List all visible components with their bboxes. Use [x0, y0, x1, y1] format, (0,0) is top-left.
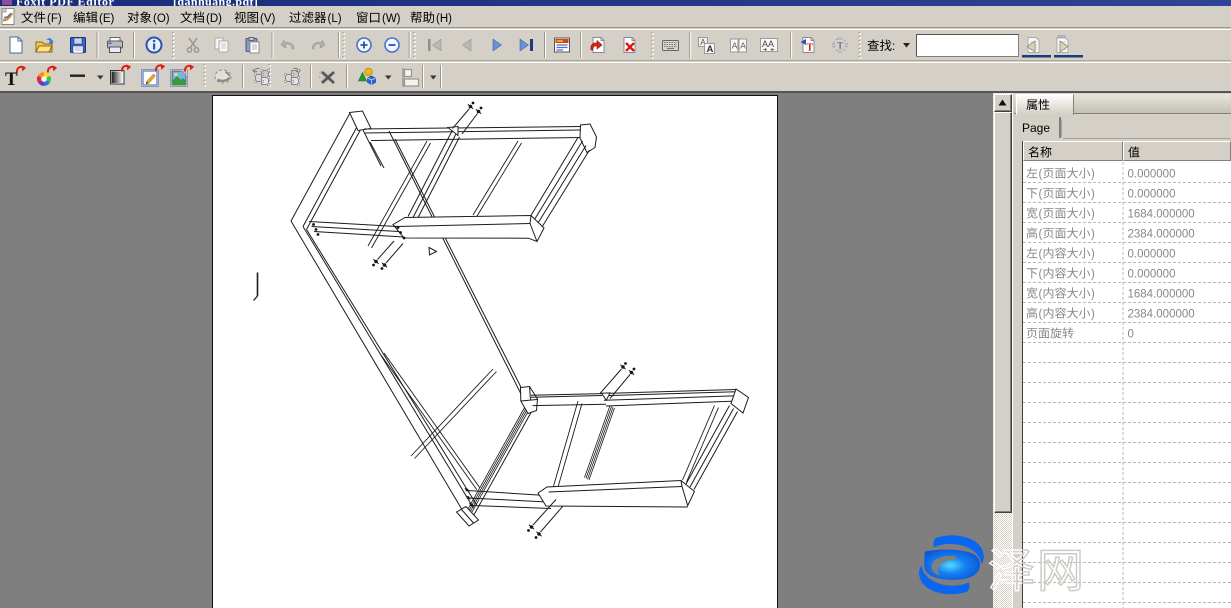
svg-text:(: (: [1039, 189, 1043, 201]
svg-text:(: (: [1039, 209, 1043, 221]
svg-text:(: (: [1039, 169, 1043, 181]
svg-text:2384.000000: 2384.000000: [1128, 309, 1195, 321]
svg-text:): ): [1091, 249, 1095, 261]
svg-text:1684.000000: 1684.000000: [1128, 209, 1195, 221]
svg-text:0.000000: 0.000000: [1128, 269, 1176, 281]
svg-text:A: A: [707, 44, 714, 55]
svg-text:(L): (L): [328, 13, 342, 25]
svg-text:(H): (H): [436, 13, 452, 25]
svg-text:): ): [1091, 209, 1095, 221]
svg-text:(W): (W): [382, 13, 401, 25]
svg-text:AA: AA: [762, 39, 774, 49]
svg-text:Foxit PDF Editor: Foxit PDF Editor: [16, 0, 115, 9]
svg-text:): ): [1091, 309, 1095, 321]
svg-text:(: (: [1039, 289, 1043, 301]
svg-text:): ): [1091, 289, 1095, 301]
svg-text:1684.000000: 1684.000000: [1128, 289, 1195, 301]
svg-text:A: A: [732, 41, 738, 51]
svg-text:0.000000: 0.000000: [1128, 249, 1176, 261]
svg-text:(O): (O): [153, 13, 170, 25]
svg-text:): ): [1091, 169, 1095, 181]
svg-text:T: T: [837, 42, 844, 52]
svg-text:(: (: [1039, 309, 1043, 321]
svg-text:): ): [1091, 229, 1095, 241]
svg-text:(E): (E): [99, 13, 115, 25]
svg-text:2384.000000: 2384.000000: [1128, 229, 1195, 241]
svg-text:(D): (D): [206, 13, 222, 25]
svg-text:A: A: [740, 41, 746, 51]
svg-text:Page: Page: [1022, 121, 1050, 135]
svg-text:0: 0: [1128, 329, 1134, 341]
svg-text:(: (: [1039, 249, 1043, 261]
svg-text:(: (: [1039, 229, 1043, 241]
svg-text:0.000000: 0.000000: [1128, 169, 1176, 181]
svg-text:): ): [1091, 189, 1095, 201]
svg-text:0.000000: 0.000000: [1128, 189, 1176, 201]
svg-text:): ): [1091, 269, 1095, 281]
svg-text:[danhuang.pdf]: [danhuang.pdf]: [173, 0, 258, 9]
svg-text:(V): (V): [260, 13, 276, 25]
svg-text:T: T: [807, 43, 814, 54]
svg-text::: :: [892, 39, 895, 53]
svg-text:(: (: [1039, 269, 1043, 281]
svg-text:(F): (F): [47, 13, 62, 25]
